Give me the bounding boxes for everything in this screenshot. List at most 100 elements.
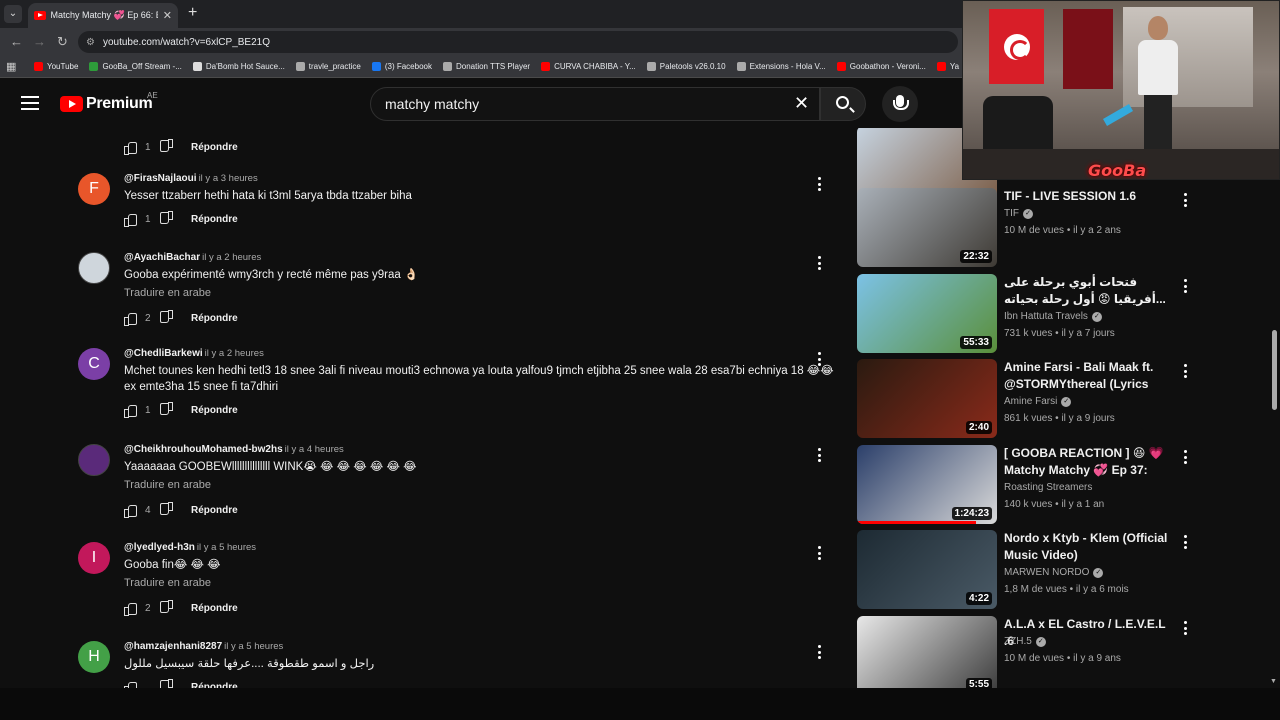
bookmark-item[interactable]: Da'Bomb Hot Sauce... — [192, 62, 285, 71]
video-title[interactable]: فتحات أبوي برحلة على أفريقيا 😡 أول رحلة … — [1004, 274, 1174, 308]
reply-button[interactable]: Répondre — [191, 603, 238, 614]
avatar[interactable]: C — [78, 348, 110, 380]
scroll-down-arrow-icon[interactable]: ▼ — [1270, 678, 1277, 685]
comment-author[interactable]: @CheikhrouhouMohamed-bw2hs — [124, 444, 283, 455]
like-icon[interactable] — [124, 504, 137, 518]
comment-more-icon[interactable] — [818, 352, 822, 369]
like-icon[interactable] — [124, 141, 137, 155]
bookmark-item[interactable]: (3) Facebook — [371, 62, 432, 71]
channel-name[interactable]: Amine Farsi ✓ — [1004, 396, 1072, 407]
video-title[interactable]: TIF - LIVE SESSION 1.6 — [1004, 188, 1174, 205]
like-icon[interactable] — [124, 602, 137, 616]
forward-icon[interactable]: → — [33, 34, 46, 49]
reply-button[interactable]: Répondre — [191, 505, 238, 516]
recommended-video[interactable]: 4:22 Nordo x Ktyb - Klem (Official Music … — [857, 530, 1197, 610]
avatar[interactable] — [78, 252, 110, 284]
recommended-video[interactable]: 22:32 TIF - LIVE SESSION 1.6 TIF ✓ 10 M de v… — [857, 188, 1197, 268]
bookmark-item[interactable]: Extensions - Hola V... — [736, 62, 826, 71]
recommended-video[interactable]: 1:24:23 [ GOOBA REACTION ] 😆 💗 Matchy Mat… — [857, 445, 1197, 525]
comment-timestamp[interactable]: il y a 2 heures — [202, 252, 261, 263]
translate-link[interactable]: Traduire en arabe — [124, 577, 211, 589]
video-more-icon[interactable] — [1184, 364, 1187, 381]
reply-button[interactable]: Répondre — [191, 214, 238, 225]
bookmark-item[interactable]: Donation TTS Player — [442, 62, 530, 71]
dislike-icon[interactable] — [161, 213, 173, 225]
bookmark-item[interactable]: GooBa_Off Stream -... — [89, 62, 182, 71]
browser-tab-active[interactable]: Matchy Matchy 💞 Ep 66: Esra... ✕ — [28, 3, 178, 28]
tab-close-icon[interactable]: ✕ — [163, 9, 172, 22]
avatar[interactable] — [78, 444, 110, 476]
avatar[interactable]: I — [78, 542, 110, 574]
tab-search-button[interactable]: ⌄ — [4, 5, 22, 23]
avatar[interactable]: F — [78, 173, 110, 205]
voice-search-button[interactable] — [882, 86, 918, 122]
translate-link[interactable]: Traduire en arabe — [124, 287, 211, 299]
comment-timestamp[interactable]: il y a 4 heures — [285, 444, 344, 455]
video-thumbnail[interactable]: 22:32 — [857, 188, 997, 267]
reload-icon[interactable]: ↻ — [57, 34, 68, 50]
video-more-icon[interactable] — [1184, 535, 1187, 552]
video-thumbnail[interactable]: 5:55 — [857, 616, 997, 688]
video-more-icon[interactable] — [1184, 621, 1187, 638]
avatar[interactable]: H — [78, 641, 110, 673]
dislike-icon[interactable] — [161, 312, 173, 324]
comment-author[interactable]: @ChedliBarkewi — [124, 348, 203, 359]
dislike-icon[interactable] — [161, 681, 173, 688]
bookmark-item[interactable]: Paletools v26.0.10 — [646, 62, 726, 71]
bookmark-item[interactable]: Goobathon - Veroni... — [836, 62, 926, 71]
channel-name[interactable]: MARWEN NORDO ✓ — [1004, 567, 1104, 578]
new-tab-icon[interactable]: + — [188, 4, 197, 22]
comment-timestamp[interactable]: il y a 5 heures — [224, 641, 283, 652]
video-thumbnail[interactable]: 55:33 — [857, 274, 997, 353]
comment-more-icon[interactable] — [818, 546, 822, 563]
comment-more-icon[interactable] — [818, 645, 822, 662]
comment-timestamp[interactable]: il y a 3 heures — [199, 173, 258, 184]
recommended-video[interactable]: 2:40 Amine Farsi - Bali Maak ft. @STORMYt… — [857, 359, 1197, 439]
like-icon[interactable] — [124, 404, 137, 418]
bookmark-item[interactable]: CURVA CHABIBA - Y... — [541, 62, 636, 71]
url-field[interactable]: ⚙ youtube.com/watch?v=6xlCP_BE21Q — [78, 31, 958, 53]
video-more-icon[interactable] — [1184, 279, 1187, 296]
comment-author[interactable]: @AyachiBachar — [124, 252, 200, 263]
video-thumbnail[interactable]: 1:24:23 — [857, 445, 997, 524]
channel-name[interactable]: Roasting Streamers — [1004, 482, 1092, 493]
dislike-icon[interactable] — [161, 602, 173, 614]
comment-author[interactable]: @hamzajenhani8287 — [124, 641, 222, 652]
comment-more-icon[interactable] — [818, 448, 822, 465]
comment-author[interactable]: @lyedlyed-h3n — [124, 542, 195, 553]
video-title[interactable]: Nordo x Ktyb - Klem (Official Music Vide… — [1004, 530, 1174, 564]
dislike-icon[interactable] — [161, 504, 173, 516]
like-icon[interactable] — [124, 681, 137, 688]
channel-name[interactable]: Ibn Hattuta Travels ✓ — [1004, 311, 1102, 322]
comment-more-icon[interactable] — [818, 177, 822, 194]
video-title[interactable]: Amine Farsi - Bali Maak ft. @STORMYthere… — [1004, 359, 1174, 393]
bookmark-item[interactable]: travle_practice — [295, 62, 361, 71]
back-icon[interactable]: ← — [10, 34, 23, 49]
dislike-icon[interactable] — [161, 141, 173, 153]
video-more-icon[interactable] — [1184, 193, 1187, 210]
video-title[interactable]: [ GOOBA REACTION ] 😆 💗 Matchy Matchy 💞 E… — [1004, 445, 1174, 479]
video-more-icon[interactable] — [1184, 450, 1187, 467]
bookmark-item[interactable]: Ya — [936, 62, 959, 71]
recommended-video[interactable]: 55:33 فتحات أبوي برحلة على أفريقيا 😡 أول … — [857, 274, 1197, 354]
reply-button[interactable]: Répondre — [191, 405, 238, 416]
video-thumbnail[interactable]: 2:40 — [857, 359, 997, 438]
bookmark-item[interactable]: YouTube — [34, 62, 78, 71]
translate-link[interactable]: Traduire en arabe — [124, 479, 211, 491]
comment-timestamp[interactable]: il y a 5 heures — [197, 542, 256, 553]
recommended-video[interactable]: 5:55 A.L.A x EL Castro / L.E.V.E.L .6 ZZH.… — [857, 616, 1197, 688]
video-thumbnail[interactable]: 4:22 — [857, 530, 997, 609]
site-info-icon[interactable]: ⚙ — [86, 37, 95, 48]
youtube-premium-logo[interactable]: Premium — [60, 95, 153, 113]
comment-more-icon[interactable] — [818, 256, 822, 273]
reply-button[interactable]: Répondre — [191, 313, 238, 324]
scrollbar-thumb[interactable] — [1272, 330, 1277, 410]
menu-icon[interactable] — [21, 96, 39, 114]
reply-button[interactable]: Répondre — [191, 142, 238, 153]
search-button[interactable] — [820, 87, 866, 121]
clear-search-icon[interactable]: ✕ — [794, 93, 809, 114]
comment-author[interactable]: @FirasNajlaoui — [124, 173, 197, 184]
comment-timestamp[interactable]: il y a 2 heures — [205, 348, 264, 359]
apps-grid-icon[interactable]: ▦ — [6, 60, 20, 73]
channel-name[interactable]: TIF ✓ — [1004, 208, 1033, 219]
